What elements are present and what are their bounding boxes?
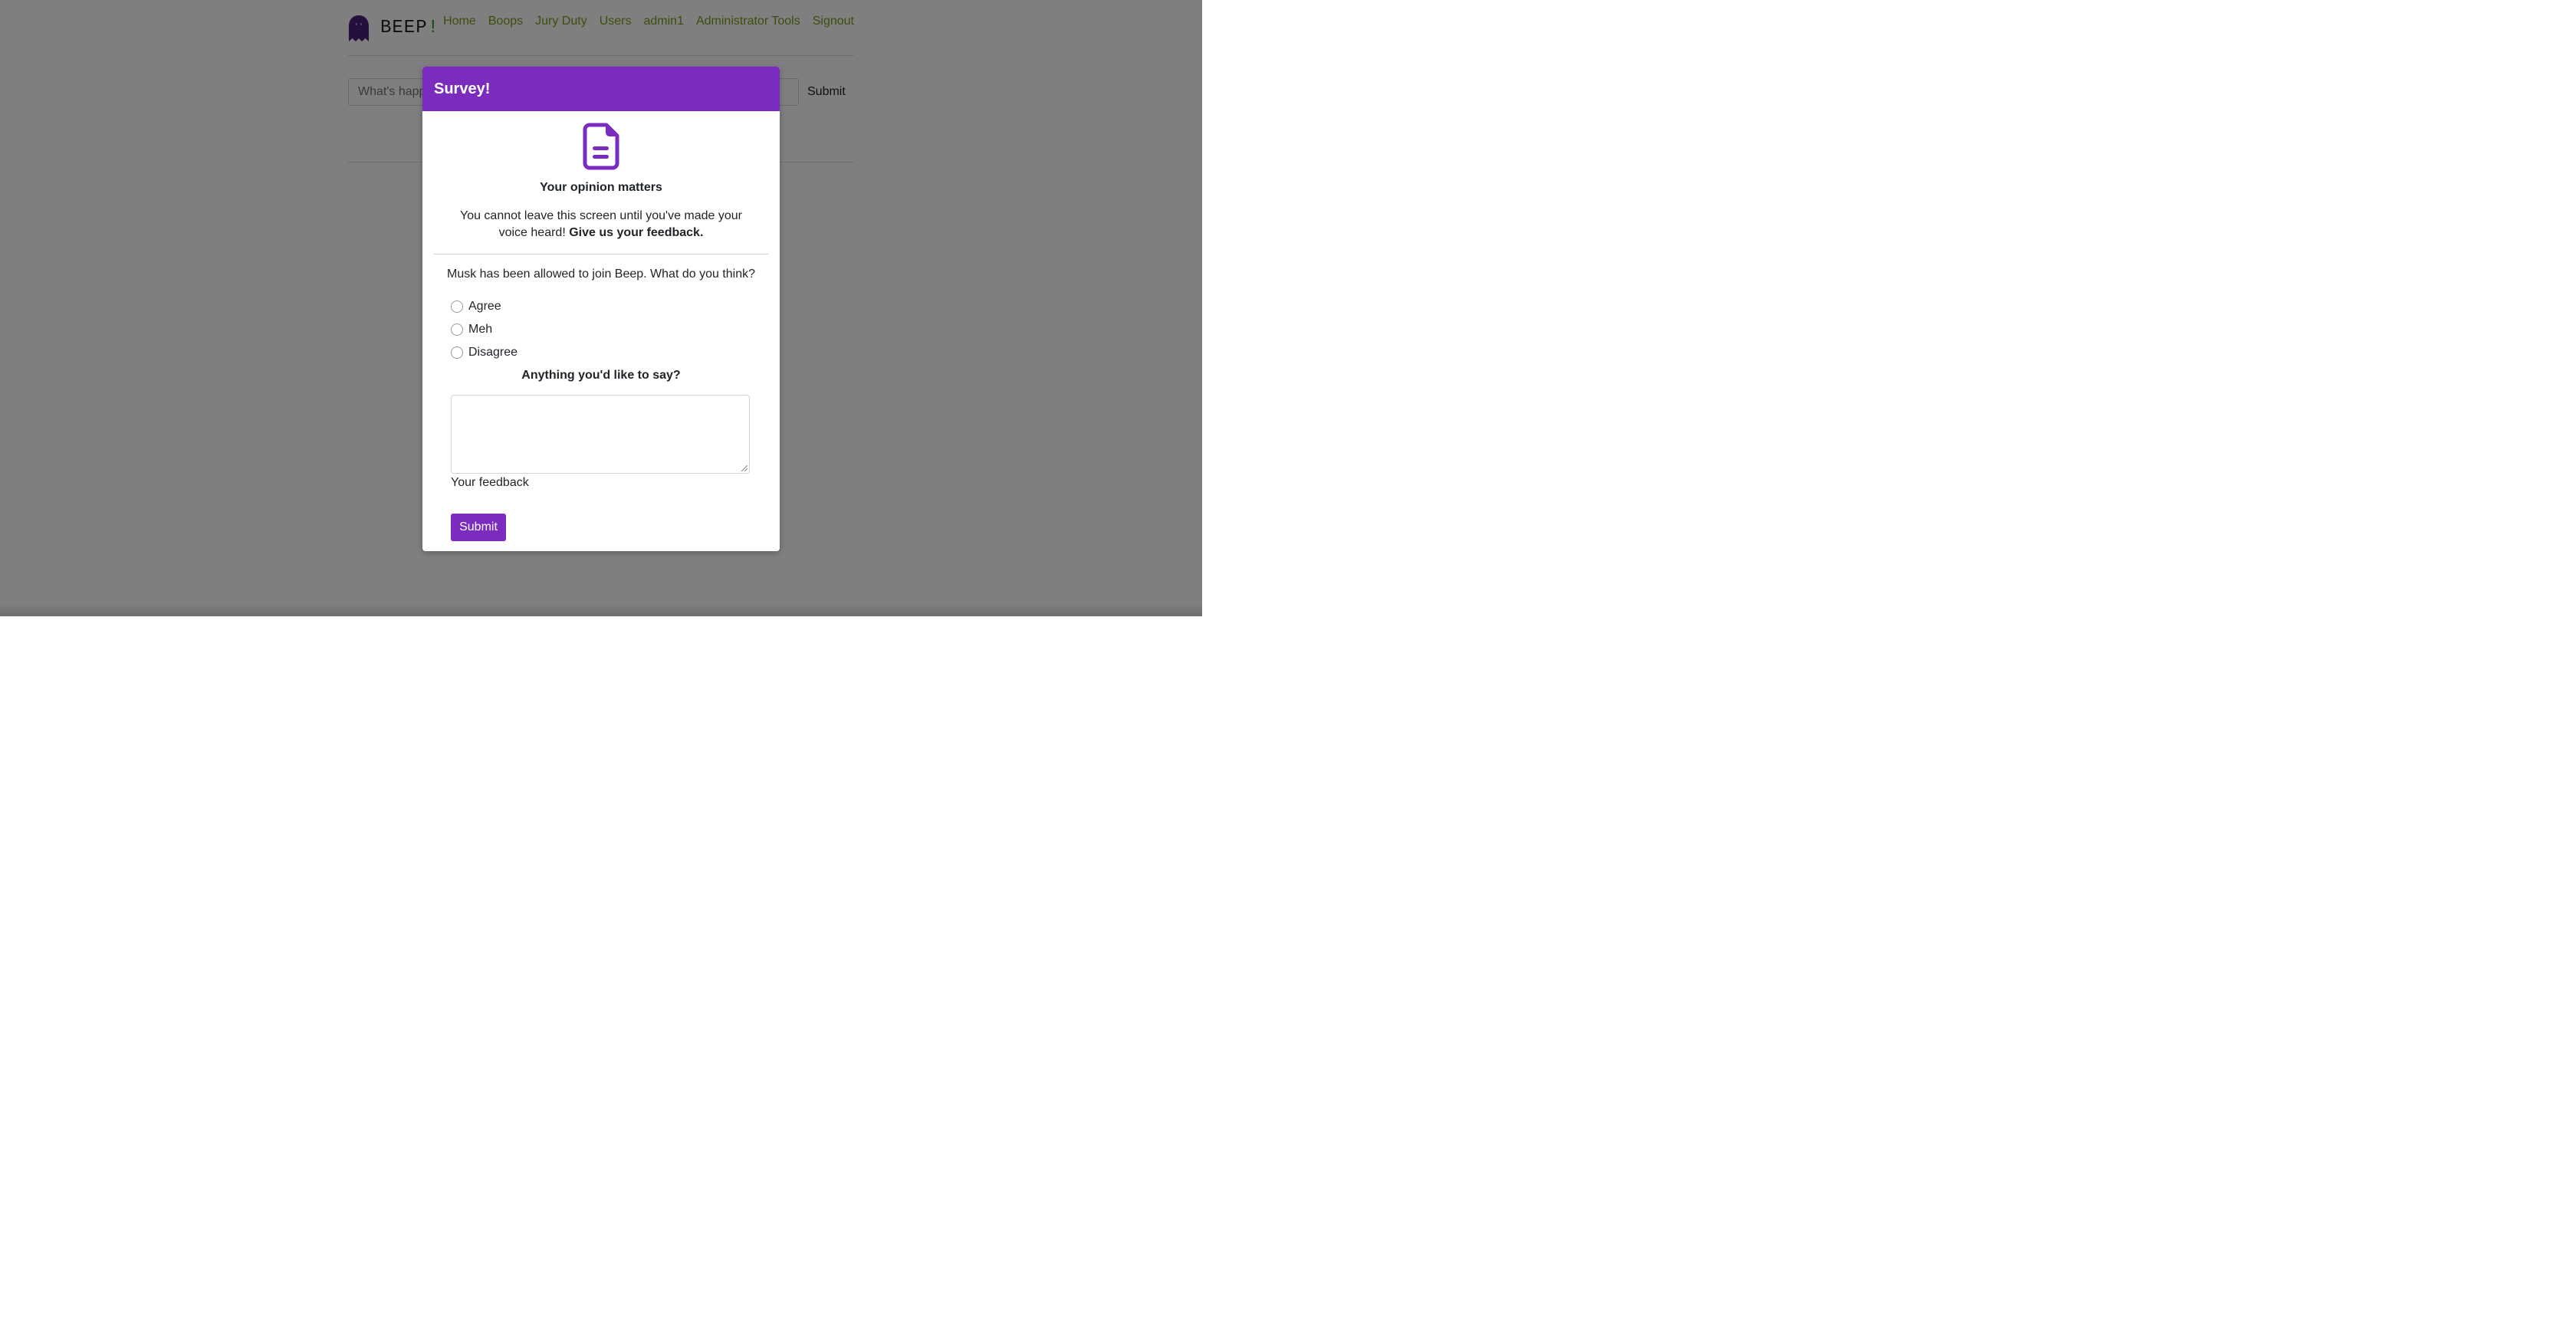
survey-submit-button[interactable]: Submit <box>451 514 506 541</box>
survey-intro: You cannot leave this screen until you'v… <box>451 208 751 241</box>
comment-heading: Anything you'd like to say? <box>521 369 681 382</box>
resize-grip-icon[interactable] <box>741 465 748 471</box>
option-agree[interactable]: Agree <box>451 295 768 318</box>
radio-agree[interactable] <box>451 300 463 313</box>
feedback-textarea[interactable] <box>451 395 750 474</box>
survey-modal: Survey! Your opinion matters You cannot … <box>422 67 780 551</box>
radio-disagree[interactable] <box>451 346 463 359</box>
modal-title: Survey! <box>434 80 491 97</box>
option-label: Disagree <box>468 346 518 359</box>
radio-meh[interactable] <box>451 323 463 336</box>
feedback-label: Your feedback <box>451 476 529 489</box>
modal-body: Your opinion matters You cannot leave th… <box>422 123 780 541</box>
survey-options: Agree Meh Disagree <box>451 295 768 364</box>
modal-header: Survey! <box>422 67 780 111</box>
option-disagree[interactable]: Disagree <box>451 341 768 364</box>
option-label: Agree <box>468 300 501 313</box>
option-meh[interactable]: Meh <box>451 318 768 341</box>
survey-heading: Your opinion matters <box>540 181 662 194</box>
survey-question: Musk has been allowed to join Beep. What… <box>446 268 756 281</box>
window-bottom-shadow <box>0 603 1202 616</box>
document-icon <box>583 123 619 170</box>
option-label: Meh <box>468 323 493 336</box>
survey-intro-bold: Give us your feedback. <box>569 226 704 239</box>
